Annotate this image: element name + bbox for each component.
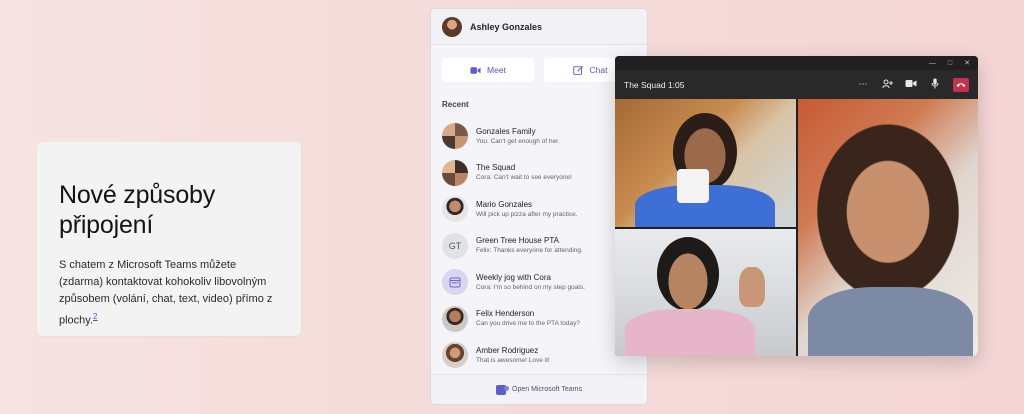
panel-header: Ashley Gonzales <box>431 9 647 45</box>
user-name: Ashley Gonzales <box>470 21 543 32</box>
contact-avatar <box>442 196 468 223</box>
maximize-icon[interactable]: □ <box>948 60 952 67</box>
promo-card: Nové způsoby připojení S chatem z Micros… <box>37 142 301 336</box>
contact-avatar <box>442 342 468 369</box>
chat-name: Green Tree House PTA <box>476 236 559 246</box>
open-teams-link[interactable]: Open Microsoft Teams <box>431 374 647 404</box>
group-avatar <box>442 159 468 186</box>
add-participant-icon[interactable] <box>881 79 893 91</box>
open-teams-label: Open Microsoft Teams <box>512 386 582 393</box>
participant-video-tile[interactable] <box>615 99 796 227</box>
microphone-icon[interactable] <box>929 78 941 91</box>
promo-title: Nové způsoby připojení <box>59 181 216 239</box>
chat-preview: Felix: Thanks everyone for attending. <box>476 247 583 255</box>
initials-avatar: GT <box>442 232 468 259</box>
coffee-mug <box>677 169 709 203</box>
calendar-icon <box>449 277 461 288</box>
chat-name: Weekly jog with Cora <box>476 272 551 282</box>
meet-button[interactable]: Meet <box>442 58 534 82</box>
waving-hand <box>739 267 765 307</box>
chat-preview: Will pick up pizza after my practice. <box>476 210 578 218</box>
chat-name: The Squad <box>476 163 516 173</box>
contact-avatar <box>442 305 468 332</box>
call-title: The Squad 1:05 <box>624 79 685 90</box>
video-call-window: — □ ✕ The Squad 1:05 ⋯ <box>615 56 978 356</box>
video-camera-icon <box>470 66 481 74</box>
participant-video-tile[interactable] <box>615 229 796 356</box>
window-titlebar: — □ ✕ <box>615 56 978 70</box>
more-options-icon[interactable]: ⋯ <box>857 79 869 90</box>
minimize-icon[interactable]: — <box>929 60 936 67</box>
close-icon[interactable]: ✕ <box>964 60 970 67</box>
chat-name: Amber Rodriguez <box>476 345 539 355</box>
user-avatar[interactable] <box>442 16 462 37</box>
teams-logo-icon <box>496 384 510 395</box>
hang-up-button[interactable] <box>953 77 969 92</box>
phone-hangup-icon <box>956 82 966 87</box>
group-avatar <box>442 123 468 150</box>
camera-icon[interactable] <box>905 79 917 90</box>
chat-preview: You: Can't get enough of her. <box>476 137 560 145</box>
meet-label: Meet <box>487 65 506 75</box>
chat-label: Chat <box>589 65 608 75</box>
calendar-avatar <box>442 269 468 296</box>
chat-preview: Cora: Can't wait to see everyone! <box>476 174 572 182</box>
participant-video-tile[interactable] <box>798 99 978 356</box>
promo-body-text: S chatem z Microsoft Teams můžete (zdarm… <box>59 259 273 327</box>
chat-preview: Can you drive me to the PTA today? <box>476 320 580 328</box>
chat-name: Mario Gonzales <box>476 199 533 209</box>
chat-preview: Cora: I'm so behind on my step goals. <box>476 283 585 291</box>
compose-icon <box>572 65 583 75</box>
promo-body: S chatem z Microsoft Teams můžete (zdarm… <box>59 257 279 330</box>
footnote-link[interactable]: 2 <box>93 312 97 321</box>
chat-name: Felix Henderson <box>476 309 535 319</box>
call-toolbar: The Squad 1:05 ⋯ <box>615 70 978 99</box>
chat-name: Gonzales Family <box>476 126 536 136</box>
chat-preview: That is awesome! Love it! <box>476 356 550 364</box>
video-grid <box>615 99 978 356</box>
